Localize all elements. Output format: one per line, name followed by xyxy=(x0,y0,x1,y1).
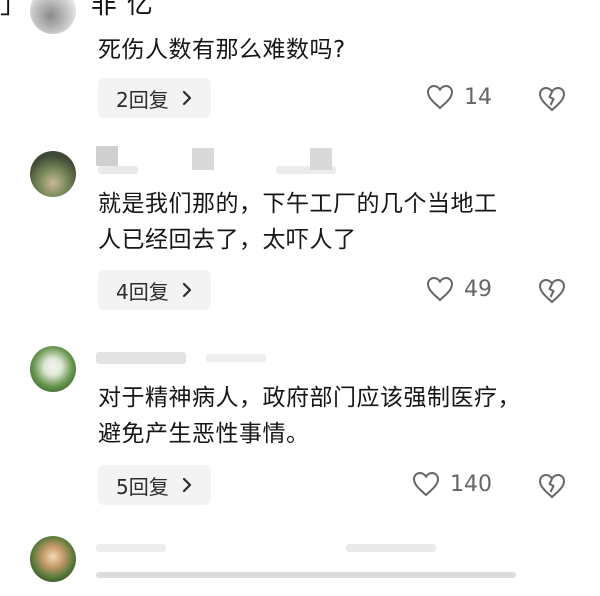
comment-text: 死伤人数有那么难数吗? xyxy=(98,32,346,68)
chevron-right-icon xyxy=(182,282,191,298)
comment-4 xyxy=(0,510,600,582)
blur-block xyxy=(98,166,138,174)
comment-line: 死伤人数有那么难数吗? xyxy=(98,37,346,63)
comment-line: 就是我们那的，下午工厂的几个当地工 xyxy=(98,191,498,217)
avatar[interactable] xyxy=(30,346,76,392)
comment-3: 对于精神病人，政府部门应该强制医疗， 避免产生恶性事情。 5回复 140 xyxy=(0,320,600,510)
reply-label: 2回复 xyxy=(116,87,169,112)
broken-heart-icon[interactable] xyxy=(538,472,566,500)
comment-line: 避免产生恶性事情。 xyxy=(98,421,310,447)
blur-block xyxy=(310,148,332,170)
blur-block xyxy=(96,146,118,166)
comment-line: 对于精神病人，政府部门应该强制医疗， xyxy=(98,385,521,411)
broken-heart-icon[interactable] xyxy=(538,277,566,305)
reply-button[interactable]: 5回复 xyxy=(98,465,211,505)
heart-outline-icon xyxy=(426,276,454,302)
reply-label: 5回复 xyxy=(116,474,169,499)
username-blurred xyxy=(96,348,396,372)
username-blurred xyxy=(96,538,496,562)
comment-1: 死伤人数有那么难数吗? 2回复 14 xyxy=(0,0,600,130)
avatar[interactable] xyxy=(30,151,76,197)
avatar[interactable] xyxy=(30,0,76,34)
avatar[interactable] xyxy=(30,536,76,582)
chevron-right-icon xyxy=(182,90,191,106)
username-blurred xyxy=(96,144,396,174)
reply-label: 4回复 xyxy=(116,279,169,304)
like-count: 14 xyxy=(464,84,492,110)
comment-text-blurred xyxy=(96,572,516,596)
blur-block xyxy=(192,148,214,170)
heart-outline-icon xyxy=(412,471,440,497)
comment-text: 就是我们那的，下午工厂的几个当地工 人已经回去了，太吓人了 xyxy=(98,186,498,258)
chevron-right-icon xyxy=(182,477,191,493)
blur-block xyxy=(206,354,266,362)
like-count: 140 xyxy=(450,471,492,497)
reply-button[interactable]: 4回复 xyxy=(98,270,211,310)
heart-outline-icon xyxy=(426,84,454,110)
like-count: 49 xyxy=(464,276,492,302)
blur-block xyxy=(346,544,436,552)
broken-heart-icon[interactable] xyxy=(538,85,566,113)
blur-block xyxy=(96,572,516,578)
comment-2: 就是我们那的，下午工厂的几个当地工 人已经回去了，太吓人了 4回复 49 xyxy=(0,130,600,320)
blur-block xyxy=(96,352,186,364)
reply-button[interactable]: 2回复 xyxy=(98,78,211,118)
like-button[interactable]: 49 xyxy=(426,276,492,302)
like-button[interactable]: 14 xyxy=(426,84,492,110)
comment-line: 人已经回去了，太吓人了 xyxy=(98,227,357,253)
blur-block xyxy=(96,544,166,552)
comment-text: 对于精神病人，政府部门应该强制医疗， 避免产生恶性事情。 xyxy=(98,380,521,452)
like-button[interactable]: 140 xyxy=(412,471,492,497)
